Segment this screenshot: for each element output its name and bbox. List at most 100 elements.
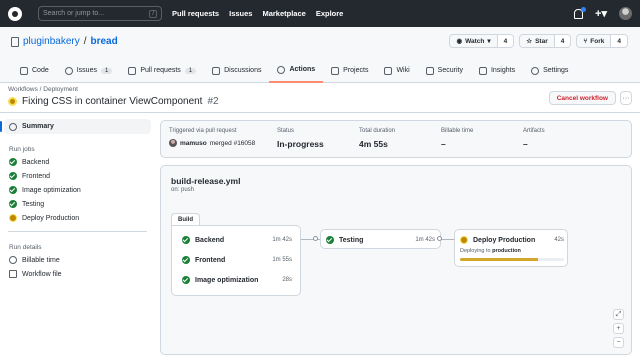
- tab-security[interactable]: Security: [418, 58, 471, 83]
- tab-insights[interactable]: Insights: [471, 58, 523, 83]
- cancel-workflow-button[interactable]: Cancel workflow: [548, 91, 616, 105]
- unread-dot-icon: [581, 6, 587, 12]
- sidebar-item-label: Summary: [22, 123, 54, 130]
- job-duration: 42s: [554, 237, 564, 243]
- tab-projects[interactable]: Projects: [323, 58, 376, 83]
- search-placeholder: Search or jump to...: [43, 10, 105, 17]
- billable-value: –: [441, 139, 446, 149]
- artifacts-label: Artifacts: [523, 128, 545, 134]
- notifications-bell-icon[interactable]: [574, 6, 587, 19]
- sidebar-item-image-optimization[interactable]: Image optimization: [0, 183, 155, 197]
- sidebar-divider: [8, 231, 147, 232]
- job-duration: 28s: [282, 277, 292, 283]
- tab-discussions[interactable]: Discussions: [204, 58, 269, 83]
- tab-label: Actions: [289, 66, 316, 73]
- tab-count: 1: [100, 67, 113, 74]
- tab-label: Code: [32, 67, 49, 74]
- search-input[interactable]: Search or jump to... /: [38, 6, 162, 21]
- tab-label: Projects: [343, 67, 369, 74]
- graph-connector-dot: [437, 236, 442, 241]
- graph-job-testing-box: Testing 1m 42s: [320, 229, 441, 249]
- tab-settings[interactable]: Settings: [523, 58, 576, 83]
- repo-owner-link[interactable]: pluginbakery: [23, 36, 80, 47]
- fork-count[interactable]: 4: [610, 35, 627, 47]
- tab-pull-requests[interactable]: Pull requests 1: [120, 58, 204, 83]
- nav-pull-requests[interactable]: Pull requests: [172, 9, 219, 18]
- file-icon: [9, 270, 17, 278]
- tab-label: Settings: [543, 67, 569, 74]
- graph-job-frontend[interactable]: Frontend 1m 55s: [182, 254, 292, 266]
- deploy-status-text: Deploying to production: [460, 248, 521, 254]
- issue-icon: [64, 66, 73, 75]
- user-avatar[interactable]: [619, 7, 632, 20]
- fullscreen-icon[interactable]: ⤢: [613, 309, 624, 320]
- watch-count[interactable]: 4: [496, 35, 514, 47]
- graph-job-backend[interactable]: Backend 1m 42s: [182, 234, 292, 246]
- repo-title: pluginbakery / bread: [11, 36, 118, 47]
- graph-job-testing[interactable]: Testing 1m 42s: [326, 234, 435, 246]
- repo-actions: ◉ Watch ▾ 4 ☆ Star 4 ⑂ Fork 4: [449, 34, 628, 48]
- graph-job-image-optimization[interactable]: Image optimization 28s: [182, 274, 292, 286]
- clock-icon: [9, 256, 17, 264]
- watch-button[interactable]: ◉ Watch ▾ 4: [449, 34, 515, 48]
- trigger-user-link[interactable]: mamuso: [180, 140, 207, 147]
- more-options-kebab-icon[interactable]: ···: [620, 91, 632, 105]
- sidebar-item-frontend[interactable]: Frontend: [0, 169, 155, 183]
- sidebar-item-deploy-production[interactable]: Deploy Production: [0, 211, 155, 225]
- sidebar-item-billable-time[interactable]: Billable time: [0, 253, 155, 267]
- sidebar-item-label: Workflow file: [22, 270, 62, 278]
- zoom-in-icon[interactable]: +: [613, 323, 624, 334]
- nav-issues[interactable]: Issues: [229, 9, 252, 18]
- tab-actions[interactable]: Actions: [269, 58, 324, 83]
- breadcrumb[interactable]: Workflows / Deployment: [8, 86, 78, 93]
- sidebar-item-summary[interactable]: Summary: [0, 119, 151, 134]
- job-name: Deploy Production: [473, 236, 536, 244]
- sidebar-item-label: Image optimization: [22, 186, 81, 194]
- check-circle-icon: [9, 200, 17, 208]
- in-progress-status-icon: [8, 97, 17, 106]
- sidebar-item-workflow-file[interactable]: Workflow file: [0, 267, 155, 281]
- sidebar-item-label: Billable time: [22, 256, 60, 264]
- run-summary-card: Triggered via pull request mamuso merged…: [160, 120, 632, 158]
- repo-header: pluginbakery / bread ◉ Watch ▾ 4 ☆ Star 4 ⑂…: [0, 27, 640, 83]
- graph-connector-dot: [313, 236, 318, 241]
- deploy-target: production: [492, 248, 521, 254]
- sidebar-item-backend[interactable]: Backend: [0, 155, 155, 169]
- star-button[interactable]: ☆ Star 4: [519, 34, 572, 48]
- graph-job-deploy-production[interactable]: Deploy Production 42s: [460, 234, 564, 246]
- play-icon: [277, 65, 286, 74]
- zoom-out-icon[interactable]: −: [613, 337, 624, 348]
- run-title: Fixing CSS in container ViewComponent: [22, 96, 203, 107]
- tab-issues[interactable]: Issues 1: [57, 58, 121, 83]
- star-count[interactable]: 4: [553, 35, 571, 47]
- deploy-status-prefix: Deploying to: [460, 248, 491, 254]
- github-logo-icon[interactable]: [8, 6, 22, 21]
- repo-icon: [11, 36, 19, 47]
- workflow-graph-card: build-release.yml on: push Build Backend…: [160, 165, 632, 355]
- tab-label: Insights: [490, 67, 516, 74]
- nav-marketplace[interactable]: Marketplace: [262, 9, 305, 18]
- run-header: Workflows / Deployment Fixing CSS in con…: [0, 83, 640, 113]
- watch-label: Watch: [465, 37, 485, 45]
- fork-button[interactable]: ⑂ Fork 4: [576, 34, 628, 48]
- nav-explore[interactable]: Explore: [316, 9, 344, 18]
- run-jobs-heading: Run jobs: [9, 145, 35, 153]
- workflow-file-name[interactable]: build-release.yml: [171, 176, 240, 186]
- pull-request-icon: [128, 66, 137, 75]
- chevron-down-icon: ▾: [487, 38, 491, 45]
- tab-wiki[interactable]: Wiki: [376, 58, 417, 83]
- repo-name-link[interactable]: bread: [91, 36, 118, 47]
- check-circle-icon: [182, 256, 190, 264]
- tab-count: 1: [184, 67, 197, 74]
- deploy-progress-bar: [460, 258, 564, 261]
- duration-value: 4m 55s: [359, 139, 388, 149]
- tab-label: Issues: [76, 67, 97, 74]
- tab-code[interactable]: Code: [12, 58, 57, 83]
- create-new-plus-icon[interactable]: +▾: [595, 7, 607, 20]
- eye-icon: ◉: [456, 38, 463, 45]
- sidebar-item-label: Testing: [22, 200, 45, 208]
- billable-label: Billable time: [441, 128, 474, 134]
- sidebar-item-testing[interactable]: Testing: [0, 197, 155, 211]
- job-name: Image optimization: [195, 276, 259, 284]
- build-group: Backend 1m 42s Frontend 1m 55s Image opt…: [171, 225, 301, 296]
